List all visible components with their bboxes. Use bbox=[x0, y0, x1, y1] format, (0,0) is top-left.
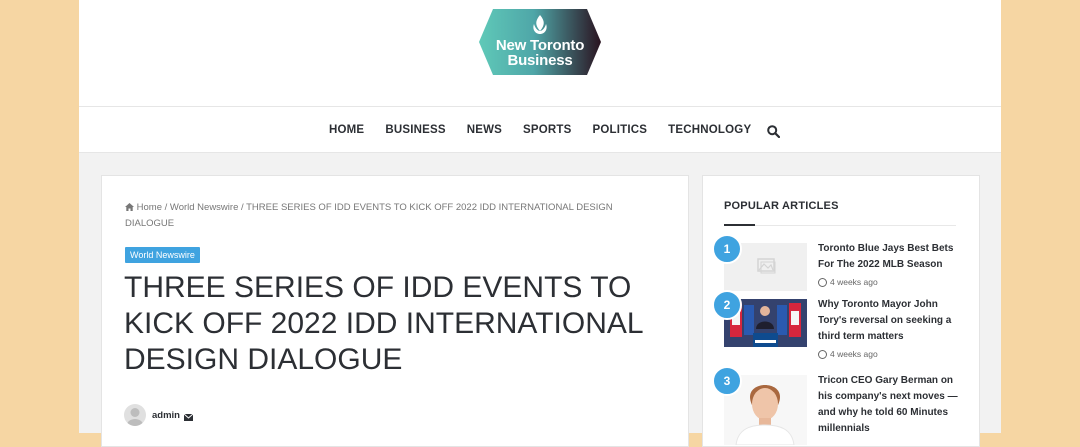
date-text: 4 weeks ago bbox=[830, 349, 878, 359]
nav-item-news[interactable]: NEWS bbox=[467, 124, 502, 136]
page-wrapper: New Toronto Business HOME BUSINESS NEWS … bbox=[79, 0, 1001, 447]
breadcrumb-home[interactable]: Home bbox=[137, 202, 162, 213]
nav-item-technology[interactable]: TECHNOLOGY bbox=[668, 124, 751, 136]
nav-item-sports[interactable]: SPORTS bbox=[523, 124, 572, 136]
clock-icon bbox=[818, 277, 827, 287]
rank-badge: 2 bbox=[712, 290, 742, 320]
author-name[interactable]: admin bbox=[152, 410, 180, 421]
envelope-icon[interactable] bbox=[183, 406, 194, 425]
clock-icon bbox=[818, 349, 827, 359]
popular-item-date: 4 weeks ago bbox=[818, 349, 878, 359]
widget-divider-accent bbox=[724, 224, 755, 226]
article-title: THREE SERIES OF IDD EVENTS TO KICK OFF 2… bbox=[124, 271, 643, 376]
popular-item-title[interactable]: Why Toronto Mayor John Tory's reversal o… bbox=[818, 297, 964, 345]
category-badge[interactable]: World Newswire bbox=[125, 247, 200, 263]
date-text: 4 weeks ago bbox=[830, 277, 878, 287]
main-nav: HOME BUSINESS NEWS SPORTS POLITICS TECHN… bbox=[79, 107, 1001, 153]
home-icon bbox=[125, 202, 137, 213]
popular-item-date: 4 weeks ago bbox=[818, 277, 878, 287]
nav-item-home[interactable]: HOME bbox=[329, 124, 364, 136]
rank-badge: 1 bbox=[712, 234, 742, 264]
site-logo[interactable]: New Toronto Business bbox=[479, 9, 601, 75]
breadcrumb-section[interactable]: World Newswire bbox=[170, 202, 238, 213]
rank-badge: 3 bbox=[712, 366, 742, 396]
breadcrumb-separator: / bbox=[238, 202, 247, 213]
popular-articles-widget: POPULAR ARTICLES 1 Toronto Blue Jays Bes… bbox=[702, 175, 980, 447]
nav-item-business[interactable]: BUSINESS bbox=[385, 124, 445, 136]
logo-line-2: Business bbox=[507, 52, 573, 69]
article-card: Home / World Newswire / THREE SERIES OF … bbox=[101, 175, 689, 447]
breadcrumb-separator: / bbox=[161, 202, 170, 213]
widget-divider bbox=[724, 225, 956, 226]
search-icon[interactable] bbox=[767, 123, 781, 138]
breadcrumb: Home / World Newswire / THREE SERIES OF … bbox=[125, 200, 645, 232]
popular-item-title[interactable]: Toronto Blue Jays Best Bets For The 2022… bbox=[818, 241, 964, 273]
avatar[interactable] bbox=[124, 404, 146, 426]
popular-item-title[interactable]: Tricon CEO Gary Berman on his company's … bbox=[818, 373, 964, 437]
author-meta: admin bbox=[124, 404, 194, 426]
logo-text: New Toronto Business bbox=[479, 38, 601, 68]
nav-item-politics[interactable]: POLITICS bbox=[593, 124, 648, 136]
widget-title: POPULAR ARTICLES bbox=[724, 200, 839, 212]
site-header: New Toronto Business bbox=[79, 0, 1001, 107]
logo-line-1: New Toronto bbox=[495, 37, 585, 54]
